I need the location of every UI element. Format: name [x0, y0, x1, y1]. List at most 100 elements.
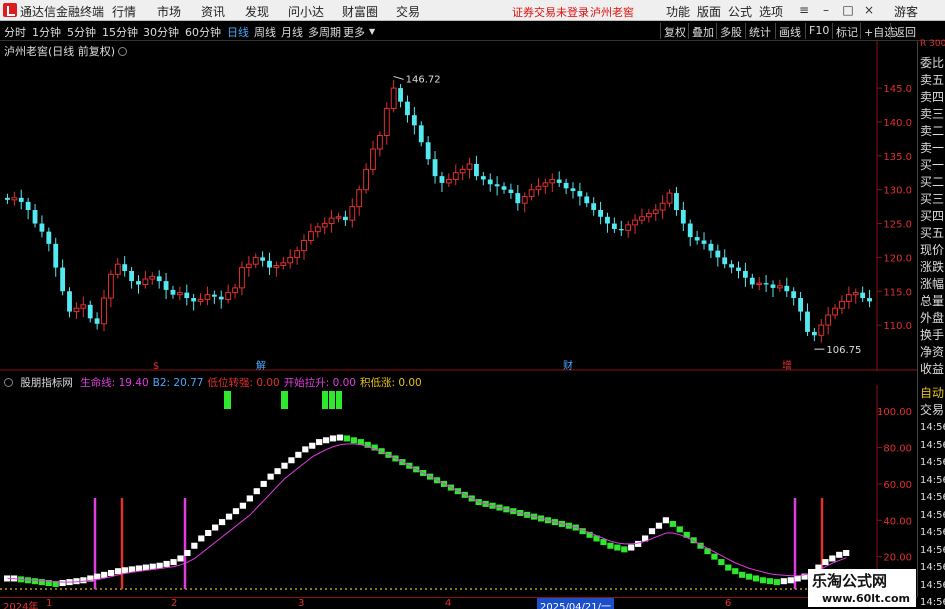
indicator-bar	[614, 544, 621, 551]
side-item-13[interactable]: 涨幅	[918, 276, 945, 293]
indicator-bar	[59, 580, 66, 586]
trade-login-notice[interactable]: 证券交易未登录	[512, 4, 589, 20]
period-1min[interactable]: 1分钟	[32, 24, 61, 40]
indicator-bar	[773, 579, 780, 586]
side-item-16[interactable]: 换手	[918, 327, 945, 344]
candle-body	[60, 267, 66, 292]
menu-banmian[interactable]: 版面	[697, 3, 721, 20]
side-item-10[interactable]: 买五	[918, 225, 945, 242]
y-tick-label-6: 115.0	[883, 287, 912, 298]
side-item-15[interactable]: 外盘	[918, 310, 945, 327]
candle-body	[94, 318, 100, 324]
time-label-0: 14:56	[920, 422, 945, 433]
more-chevron-icon[interactable]: ▼	[369, 27, 375, 36]
huaxian-button[interactable]: 画线	[775, 23, 804, 39]
title-bar: 通达信金融终端 行情 市场 资讯 发现 问小达 财富圈 交易 证券交易未登录 泸…	[0, 0, 945, 21]
time-label-1: 14:56	[920, 439, 945, 451]
candle-body	[852, 292, 859, 296]
auto-button[interactable]: 自动	[918, 385, 945, 402]
candle-body	[46, 231, 52, 244]
candle-body	[708, 243, 714, 251]
side-badge: R 300	[920, 39, 945, 49]
ind-y-label-3: 40.00	[883, 516, 912, 527]
indicator-bar	[662, 517, 670, 524]
side-item-7[interactable]: 买二	[918, 174, 945, 191]
candle-body	[791, 291, 797, 299]
side-item-18[interactable]: 收益	[918, 361, 945, 378]
candle-body	[101, 297, 107, 325]
indicator-chart[interactable]: 100.00 80.00 60.00 40.00 20.00	[0, 385, 917, 597]
close-icon[interactable]: ×	[862, 3, 876, 17]
minimize-icon[interactable]: –	[819, 3, 833, 17]
candle-body	[528, 189, 535, 197]
fuquan-button[interactable]: 复权	[660, 23, 689, 39]
candle-body	[701, 240, 707, 244]
menu-gongshi[interactable]: 公式	[728, 3, 752, 20]
side-item-17[interactable]: 净资	[918, 344, 945, 361]
time-label-4: 14:56	[920, 492, 945, 503]
period-5min[interactable]: 5分钟	[67, 24, 96, 40]
candle-body	[867, 298, 872, 302]
candle-body	[459, 168, 466, 174]
guest-label[interactable]: 游客	[894, 3, 918, 20]
side-item-9[interactable]: 买四	[918, 208, 945, 225]
side-item-14[interactable]: 总量	[918, 293, 945, 310]
side-item-8[interactable]: 买三	[918, 191, 945, 208]
side-item-4[interactable]: 卖二	[918, 123, 945, 140]
side-item-5[interactable]: 卖一	[918, 140, 945, 157]
side-item-12[interactable]: 涨跌	[918, 259, 945, 276]
menu-gongneng[interactable]: 功能	[666, 3, 690, 20]
stock-notice[interactable]: 泸州老窖	[590, 4, 634, 20]
diejia-button[interactable]: 叠加	[688, 23, 717, 39]
period-more[interactable]: 更多	[343, 24, 365, 40]
candle-body	[280, 262, 287, 267]
maximize-icon[interactable]: □	[841, 3, 855, 17]
trade-button[interactable]: 交易	[918, 402, 945, 419]
tongji-button[interactable]: 统计	[745, 23, 774, 39]
candle-body	[18, 197, 24, 202]
candlestick-chart[interactable]: 145.0 140.0 135.0 130.0 125.0 120.0 115.0 110.0…	[0, 41, 917, 371]
indicator-bar	[600, 539, 607, 546]
period-60min[interactable]: 60分钟	[185, 24, 221, 40]
indicator-bar	[302, 446, 309, 453]
watermark-title: 乐淘公式网	[812, 572, 888, 590]
menu-wenxiaoda[interactable]: 问小达	[288, 3, 324, 20]
candle-body	[845, 294, 852, 302]
menu-hangqing[interactable]: 行情	[112, 3, 136, 20]
app-logo-icon	[3, 3, 17, 17]
duogu-button[interactable]: 多股	[716, 23, 745, 39]
side-item-6[interactable]: 买一	[918, 157, 945, 174]
period-monthly[interactable]: 月线	[281, 24, 303, 40]
side-item-2[interactable]: 卖四	[918, 89, 945, 106]
side-item-11[interactable]: 现价	[918, 242, 945, 259]
menu-caifuquan[interactable]: 财富圈	[342, 3, 378, 20]
biaoji-button[interactable]: 标记	[832, 23, 861, 39]
side-item-0[interactable]: 委比	[918, 55, 945, 72]
x-label-3: 3	[298, 598, 305, 609]
menu-zixun[interactable]: 资讯	[201, 3, 225, 20]
back-button[interactable]: 返回	[890, 23, 919, 39]
menu-icon[interactable]: ≡	[797, 3, 811, 17]
menu-faxian[interactable]: 发现	[245, 3, 269, 20]
signal-block-3	[329, 391, 335, 409]
side-item-1[interactable]: 卖五	[918, 72, 945, 89]
period-multi[interactable]: 多周期	[308, 24, 341, 40]
indicator-bar	[669, 520, 676, 527]
x-label-cursor-date: 2025/04/21/一	[537, 598, 615, 609]
period-fenshi[interactable]: 分时	[4, 24, 26, 40]
time-label-10: 14:56	[920, 597, 945, 608]
side-item-3[interactable]: 卖三	[918, 106, 945, 123]
menu-shichang[interactable]: 市场	[157, 3, 181, 20]
period-30min[interactable]: 30分钟	[143, 24, 179, 40]
menu-jiaoyi[interactable]: 交易	[396, 3, 420, 20]
period-weekly[interactable]: 周线	[254, 24, 276, 40]
period-15min[interactable]: 15分钟	[102, 24, 138, 40]
candle-body	[632, 219, 638, 226]
f10-button[interactable]: F10	[805, 23, 832, 39]
candle-body	[170, 289, 176, 295]
indicator-bar	[31, 578, 38, 585]
chart-marker-3: 增	[782, 359, 792, 371]
period-daily[interactable]: 日线	[227, 24, 249, 40]
indicator-bar	[655, 522, 663, 529]
menu-xuanxiang[interactable]: 选项	[759, 3, 783, 20]
